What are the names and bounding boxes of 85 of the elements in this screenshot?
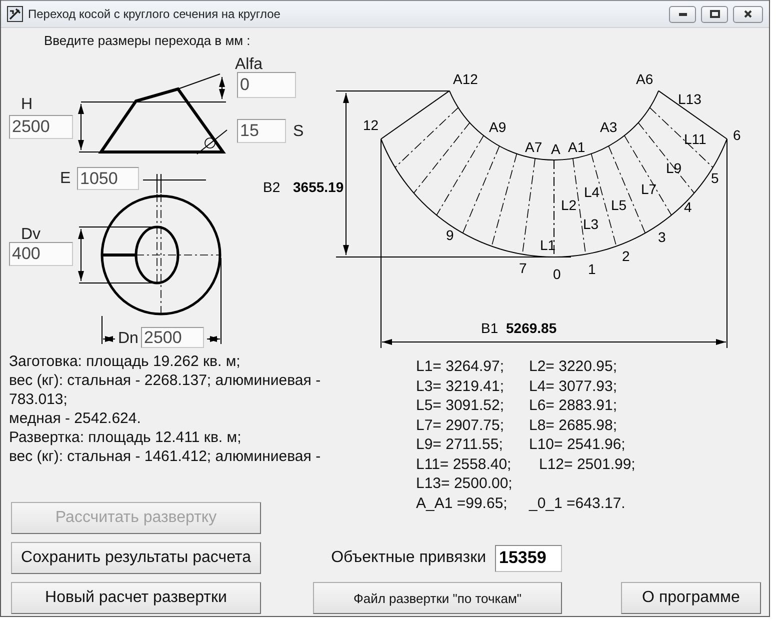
field-label: H (21, 96, 33, 114)
point-label: 1 (588, 261, 596, 277)
point-label: 2 (622, 248, 630, 264)
dimension-label: B1 (481, 320, 498, 336)
length-value: L1= 3264.97; (416, 357, 506, 376)
dimension-label: B2 (263, 179, 280, 195)
snaps-label: Объектные привязки (331, 549, 486, 567)
length-value: L6= 2883.91; (529, 396, 618, 416)
close-icon (744, 10, 752, 18)
point-label: A12 (453, 71, 478, 87)
instruction-text: Введите размеры перехода в мм : (44, 33, 250, 48)
dimension-field[interactable]: 15 (237, 119, 286, 143)
length-value: L13= 2500.00; (416, 474, 514, 494)
length-value: L4= 3077.93; (529, 376, 618, 396)
point-label: A (551, 141, 560, 157)
length-value: L10= 2541.96; (529, 435, 626, 454)
field-label: Dn (118, 330, 138, 348)
dimension-value: 3655.19 (293, 179, 344, 195)
dimension-field[interactable]: 2500 (141, 327, 204, 348)
snaps-field[interactable]: 15359 (495, 544, 562, 572)
point-label: L11 (684, 131, 706, 147)
dimension-arrow (102, 336, 116, 342)
minimize-icon (678, 12, 686, 16)
field-label: Dv (21, 226, 41, 244)
result-text: 783.013; (9, 390, 68, 409)
point-label: L4 (584, 184, 600, 200)
point-label: L5 (611, 197, 627, 213)
length-value: A_A1 =99.65; (416, 494, 508, 513)
dimension-arrow (78, 228, 84, 282)
length-value: L11= 2558.40; (416, 454, 512, 474)
length-value: L2= 3220.95; (529, 357, 618, 376)
minimize-button[interactable] (669, 6, 696, 22)
close-button[interactable] (733, 6, 763, 22)
dimension-value: 5269.85 (506, 320, 557, 336)
result-text: медная - 2542.624. (9, 409, 141, 428)
field-label: S (293, 123, 304, 141)
dimension-arrow (206, 336, 220, 342)
window-title: Переход косой с круглого сечения на круглое (28, 7, 282, 21)
result-text: вес (кг): стальная - 1461.412; алюминиевая - (9, 447, 321, 466)
length-value: L8= 2685.98; (529, 416, 618, 435)
point-label: L3 (583, 216, 599, 232)
point-label: 3 (658, 229, 666, 245)
field-label: Alfa (235, 56, 263, 74)
extension-line (156, 174, 158, 194)
about-button[interactable]: О программе (621, 582, 761, 614)
app-icon (7, 6, 23, 22)
field-label: E (60, 170, 71, 188)
point-label: A9 (489, 119, 506, 135)
dimension-arrow (78, 104, 84, 150)
point-label: L13 (678, 91, 702, 107)
dimension-field[interactable]: 2500 (9, 115, 73, 139)
point-label: 5 (711, 170, 719, 186)
length-value: L3= 3219.41; (416, 376, 506, 396)
dimension-field[interactable]: 400 (9, 242, 73, 266)
point-label: L7 (641, 181, 657, 197)
dimension-field[interactable]: 0 (237, 72, 296, 98)
maximize-button[interactable] (701, 6, 728, 22)
length-value: L7= 2907.75; (416, 416, 506, 435)
maximize-icon (710, 10, 720, 18)
point-label: A7 (525, 139, 542, 155)
point-label: 0 (553, 266, 561, 282)
length-value: L12= 2501.99; (538, 454, 636, 474)
point-label: L1 (540, 237, 556, 253)
point-label: A1 (568, 139, 586, 155)
point-label: 4 (684, 199, 692, 215)
action-button[interactable]: Сохранить результаты расчета (11, 542, 261, 574)
point-label: 12 (363, 117, 379, 133)
extension-line (160, 174, 162, 194)
result-text: Развертка: площадь 12.411 кв. м; (9, 428, 242, 447)
point-label: A6 (636, 71, 654, 87)
dimension-arrow (219, 76, 225, 100)
point-label: L9 (666, 160, 682, 176)
dimension-field[interactable]: 1050 (77, 167, 139, 190)
length-value: L9= 2711.55; (416, 435, 504, 454)
point-label: 7 (519, 260, 527, 276)
point-label: 9 (446, 227, 454, 243)
action-button[interactable]: Новый расчет развертки (11, 582, 261, 614)
point-label: A3 (600, 119, 618, 135)
file-button[interactable]: Файл развертки "по точкам" (313, 582, 562, 614)
length-value: L5= 3091.52; (416, 396, 506, 416)
length-value: _0_1 =643.17. (529, 494, 626, 513)
result-text: Заготовка: площадь 19.262 кв. м; (9, 352, 240, 371)
point-label: 6 (733, 127, 741, 143)
result-text: вес (кг): стальная - 2268.137; алюминиевая - (9, 371, 321, 390)
point-label: L2 (561, 197, 577, 213)
